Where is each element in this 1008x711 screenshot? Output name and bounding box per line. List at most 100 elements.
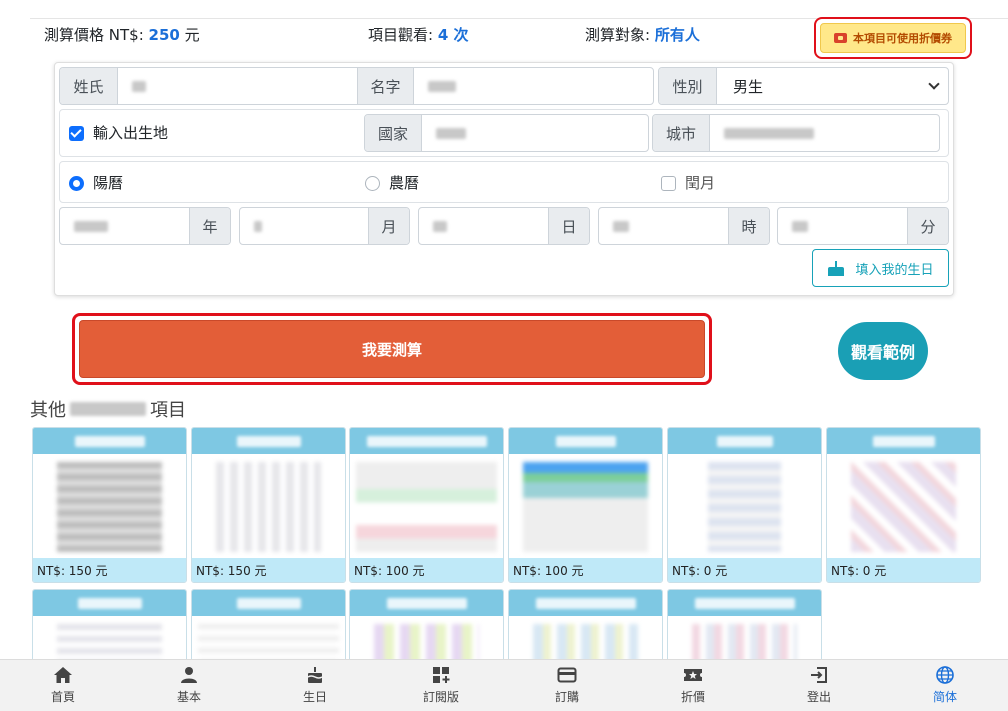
gender-label: 性別 bbox=[659, 68, 717, 104]
cake-icon bbox=[307, 667, 323, 683]
item-card[interactable]: NT$: 150 元 bbox=[191, 427, 346, 583]
country-input[interactable] bbox=[422, 115, 648, 151]
nav-order[interactable]: 訂購 bbox=[504, 660, 630, 711]
target-label: 測算對象: bbox=[585, 26, 651, 44]
day-group: 日 bbox=[418, 207, 590, 245]
coupon-label: 本項目可使用折價券 bbox=[853, 32, 952, 45]
item-card-price: NT$: 100 元 bbox=[509, 558, 662, 582]
item-card-title bbox=[350, 428, 503, 454]
year-group: 年 bbox=[59, 207, 231, 245]
nav-home[interactable]: 首頁 bbox=[0, 660, 126, 711]
nav-basic[interactable]: 基本 bbox=[126, 660, 252, 711]
nav-simplified-chinese[interactable]: 简体 bbox=[882, 660, 1008, 711]
birthplace-checkbox-label: 輸入出生地 bbox=[93, 124, 169, 142]
leap-month-label: 閏月 bbox=[685, 174, 716, 192]
item-card-title bbox=[827, 428, 980, 454]
item-card[interactable]: NT$: 100 元 bbox=[508, 427, 663, 583]
name-group: 姓氏 名字 bbox=[59, 67, 654, 105]
city-label: 城市 bbox=[653, 115, 710, 151]
city-group: 城市 bbox=[652, 114, 940, 152]
birthplace-row: 輸入出生地 國家 城市 bbox=[59, 109, 949, 157]
surname-label: 姓氏 bbox=[60, 68, 118, 104]
month-label: 月 bbox=[368, 208, 409, 244]
nav-simplified-chinese-label: 简体 bbox=[932, 690, 957, 704]
nav-birthday[interactable]: 生日 bbox=[252, 660, 378, 711]
bottom-nav: 首頁 基本 生日 訂閱版 訂購 折價 登出 简体 bbox=[0, 659, 1008, 711]
user-icon bbox=[181, 667, 197, 683]
hour-input[interactable] bbox=[599, 208, 728, 244]
hour-label: 時 bbox=[728, 208, 769, 244]
birthplace-checkbox[interactable] bbox=[69, 126, 84, 141]
year-label: 年 bbox=[189, 208, 230, 244]
views-label: 項目觀看: bbox=[368, 26, 434, 44]
item-card[interactable]: NT$: 100 元 bbox=[349, 427, 504, 583]
minute-input[interactable] bbox=[778, 208, 907, 244]
ticket-icon bbox=[834, 33, 847, 43]
globe-icon bbox=[936, 666, 954, 684]
month-input[interactable] bbox=[240, 208, 368, 244]
minute-label: 分 bbox=[907, 208, 948, 244]
leap-month-checkbox[interactable] bbox=[661, 176, 676, 191]
ticket-icon bbox=[684, 669, 702, 681]
given-name-label: 名字 bbox=[357, 68, 414, 104]
item-card-title bbox=[509, 428, 662, 454]
item-card-title bbox=[192, 428, 345, 454]
item-card[interactable]: NT$: 0 元 bbox=[667, 427, 822, 583]
other-title-suffix: 項目 bbox=[150, 400, 186, 421]
nav-basic-label: 基本 bbox=[176, 690, 201, 704]
day-label: 日 bbox=[548, 208, 589, 244]
view-sample-button[interactable]: 觀看範例 bbox=[838, 322, 928, 380]
day-input[interactable] bbox=[419, 208, 548, 244]
given-name-input[interactable] bbox=[414, 68, 653, 104]
country-label: 國家 bbox=[365, 115, 422, 151]
nav-order-label: 訂購 bbox=[554, 690, 579, 704]
surname-input[interactable] bbox=[118, 68, 357, 104]
item-card-title bbox=[192, 590, 345, 616]
fill-my-birthday-button[interactable]: 填入我的生日 bbox=[812, 249, 949, 287]
item-card[interactable]: NT$: 0 元 bbox=[826, 427, 981, 583]
gender-value: 男生 bbox=[733, 77, 764, 96]
item-card-price: NT$: 150 元 bbox=[192, 558, 345, 582]
country-group: 國家 bbox=[364, 114, 649, 152]
price-info: 測算價格 NT$: 250 元 bbox=[44, 24, 200, 45]
item-card-title bbox=[668, 428, 821, 454]
nav-discount[interactable]: 折價 bbox=[630, 660, 756, 711]
credit-card-icon bbox=[557, 667, 577, 683]
solar-label: 陽曆 bbox=[93, 174, 124, 192]
gender-group: 性別 男生 bbox=[658, 67, 949, 105]
calculate-highlight: 我要測算 bbox=[72, 313, 712, 385]
nav-subscription-label: 訂閱版 bbox=[422, 690, 459, 704]
target-value: 所有人 bbox=[654, 26, 700, 44]
solar-radio[interactable] bbox=[69, 176, 84, 191]
nav-subscription[interactable]: 訂閱版 bbox=[378, 660, 504, 711]
item-card[interactable]: NT$: 150 元 bbox=[32, 427, 187, 583]
city-input[interactable] bbox=[710, 115, 939, 151]
calculate-button[interactable]: 我要測算 bbox=[79, 320, 705, 378]
gender-select[interactable]: 男生 bbox=[717, 68, 948, 104]
blurred-category-name bbox=[70, 402, 146, 416]
nav-logout[interactable]: 登出 bbox=[756, 660, 882, 711]
home-icon bbox=[54, 667, 72, 683]
coupon-button[interactable]: 本項目可使用折價券 bbox=[820, 23, 966, 53]
price-unit: 元 bbox=[184, 26, 200, 44]
minute-group: 分 bbox=[777, 207, 949, 245]
year-input[interactable] bbox=[60, 208, 189, 244]
nav-birthday-label: 生日 bbox=[302, 690, 327, 704]
item-card-thumbnail bbox=[509, 454, 662, 558]
nav-discount-label: 折價 bbox=[680, 690, 705, 704]
cake-icon bbox=[827, 260, 845, 276]
coupon-highlight: 本項目可使用折價券 bbox=[814, 17, 972, 59]
hour-group: 時 bbox=[598, 207, 770, 245]
item-card-title bbox=[509, 590, 662, 616]
nav-logout-label: 登出 bbox=[806, 690, 831, 704]
logout-icon bbox=[811, 667, 827, 683]
price-value: 250 bbox=[148, 26, 180, 44]
calendar-row: 陽曆 農曆 閏月 bbox=[59, 161, 949, 203]
other-items-title: 其他 項目 bbox=[30, 396, 186, 422]
grid-plus-icon bbox=[433, 667, 450, 683]
item-card-title bbox=[33, 590, 186, 616]
item-card-title bbox=[668, 590, 821, 616]
lunar-radio[interactable] bbox=[365, 176, 380, 191]
birth-info-form: 姓氏 名字 性別 男生 輸入出生地 國家 城市 陽曆 農曆 閏月 年 月 日 時… bbox=[54, 62, 954, 296]
lunar-label: 農曆 bbox=[389, 174, 420, 192]
